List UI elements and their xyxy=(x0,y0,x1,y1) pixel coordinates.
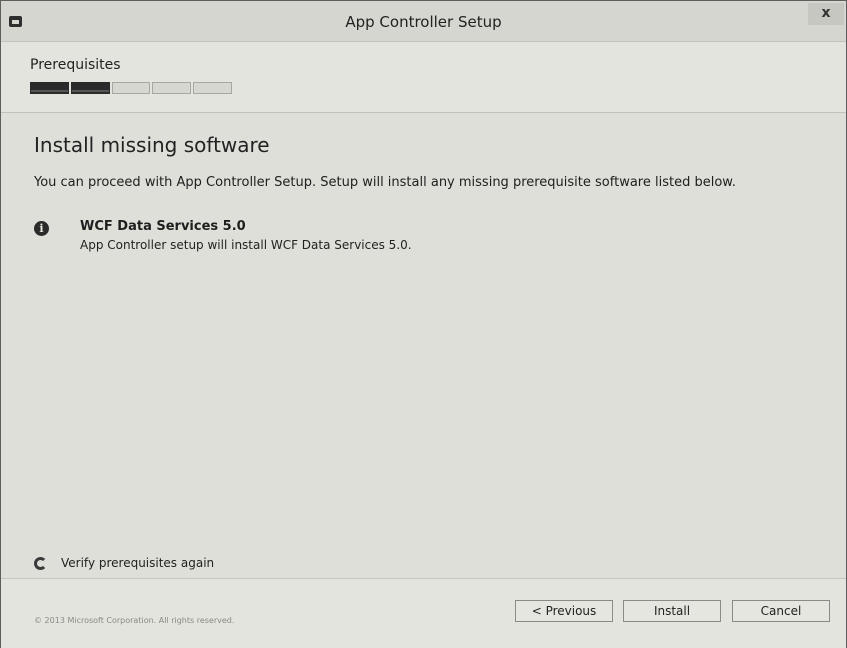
prerequisite-title: WCF Data Services 5.0 xyxy=(80,219,246,234)
prerequisite-description: App Controller setup will install WCF Da… xyxy=(80,238,412,252)
wizard-header: Prerequisites xyxy=(1,42,846,113)
info-icon: i xyxy=(34,221,49,236)
previous-button[interactable]: < Previous xyxy=(515,600,613,622)
wizard-footer: © 2013 Microsoft Corporation. All rights… xyxy=(1,578,846,648)
progress-segment xyxy=(152,82,192,94)
progress-segment xyxy=(70,82,110,94)
step-label: Prerequisites xyxy=(30,57,121,73)
page-heading: Install missing software xyxy=(34,133,270,157)
progress-segment xyxy=(193,82,232,94)
close-button[interactable]: x xyxy=(808,3,844,25)
progress-segment xyxy=(111,82,151,94)
main-content: Install missing software You can proceed… xyxy=(1,113,846,578)
refresh-icon[interactable] xyxy=(34,557,47,570)
progress-segment xyxy=(30,82,69,94)
title-bar: App Controller Setup x xyxy=(1,1,846,42)
install-button[interactable]: Install xyxy=(623,600,721,622)
progress-bar xyxy=(30,82,232,94)
page-description: You can proceed with App Controller Setu… xyxy=(34,175,736,190)
copyright-text: © 2013 Microsoft Corporation. All rights… xyxy=(34,616,235,625)
verify-prerequisites-link[interactable]: Verify prerequisites again xyxy=(61,556,214,570)
cancel-button[interactable]: Cancel xyxy=(732,600,830,622)
setup-window: App Controller Setup x Prerequisites Ins… xyxy=(0,0,847,648)
window-title: App Controller Setup xyxy=(345,13,502,31)
